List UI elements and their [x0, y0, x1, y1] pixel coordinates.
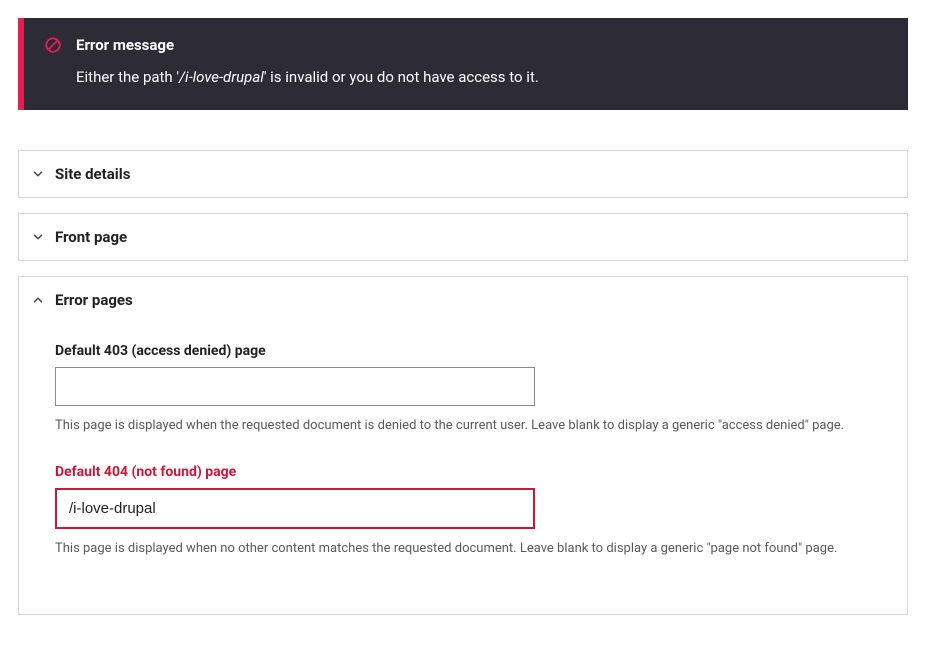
field-404: Default 404 (not found) page This page i…: [55, 464, 871, 559]
input-403[interactable]: [55, 367, 535, 406]
chevron-up-icon: [31, 293, 45, 307]
field-403: Default 403 (access denied) page This pa…: [55, 343, 871, 436]
chevron-down-icon: [31, 230, 45, 244]
label-403: Default 403 (access denied) page: [55, 343, 871, 359]
accordion-title: Front page: [55, 228, 127, 246]
help-404: This page is displayed when no other con…: [55, 539, 871, 559]
accordion-header-site-details[interactable]: Site details: [19, 151, 907, 197]
accordion-front-page: Front page: [18, 213, 908, 261]
accordion-error-pages: Error pages Default 403 (access denied) …: [18, 276, 908, 615]
accordion-body-error-pages: Default 403 (access denied) page This pa…: [19, 323, 907, 614]
error-message-banner: Error message Either the path '/i-love-d…: [18, 18, 908, 110]
error-path: /i-love-drupal: [179, 68, 264, 86]
accordion-site-details: Site details: [18, 150, 908, 198]
error-suffix: ' is invalid or you do not have access t…: [264, 68, 539, 86]
input-404[interactable]: [55, 488, 535, 529]
error-title: Error message: [76, 36, 174, 54]
error-header: Error message: [44, 36, 888, 54]
error-icon: [44, 36, 62, 54]
help-403: This page is displayed when the requeste…: [55, 416, 871, 436]
error-prefix: Either the path ': [76, 68, 179, 86]
label-404: Default 404 (not found) page: [55, 464, 871, 480]
accordion-title: Error pages: [55, 291, 133, 309]
accordion-header-error-pages[interactable]: Error pages: [19, 277, 907, 323]
error-body: Either the path '/i-love-drupal' is inva…: [76, 68, 888, 86]
accordion-title: Site details: [55, 165, 130, 183]
chevron-down-icon: [31, 167, 45, 181]
accordion-header-front-page[interactable]: Front page: [19, 214, 907, 260]
